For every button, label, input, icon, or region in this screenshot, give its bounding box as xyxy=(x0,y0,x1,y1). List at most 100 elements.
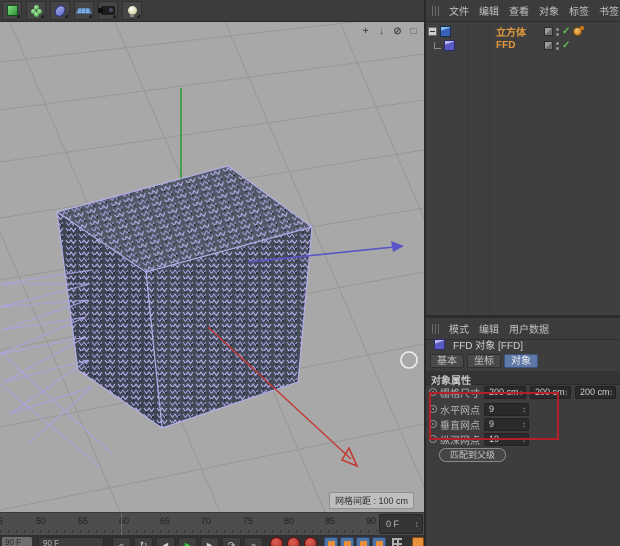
key-scale-button[interactable] xyxy=(340,537,354,546)
light-tool-icon[interactable] xyxy=(122,1,142,20)
timeline-ruler[interactable]: 45 50 55 60 65 70 75 80 85 90 0 F ↕ xyxy=(0,512,424,535)
depth-points-field[interactable]: 19 ↕ xyxy=(484,432,529,446)
tab-basic[interactable]: 基本 xyxy=(430,354,464,368)
om-menu-tags[interactable]: 标签 xyxy=(569,3,589,18)
object-name[interactable]: FFD xyxy=(496,40,515,51)
grid-size-z-field[interactable]: 200 cm ↕ xyxy=(574,385,617,399)
object-name[interactable]: 立方体 xyxy=(496,24,526,39)
attribute-title-row: FFD 对象 [FFD] xyxy=(426,337,620,352)
viewport-scene xyxy=(0,22,424,512)
array-tool-icon[interactable] xyxy=(26,1,46,20)
property-label: 垂直网点 xyxy=(440,420,480,432)
om-menu-view[interactable]: 查看 xyxy=(509,3,529,18)
frame-tick-dots xyxy=(0,530,378,532)
visibility-dots[interactable] xyxy=(556,27,559,36)
visibility-dots[interactable] xyxy=(556,41,559,50)
camera-tool-icon[interactable] xyxy=(98,1,118,20)
property-label: 水平网点 xyxy=(440,405,480,417)
current-frame-value: 0 F xyxy=(386,519,400,529)
property-label: 栅格尺寸 xyxy=(440,388,480,400)
panel-grip-icon[interactable] xyxy=(432,323,439,334)
autokey-button[interactable] xyxy=(412,537,424,546)
horizontal-points-row: 水平网点 9 ↕ xyxy=(426,402,620,417)
tick-45: 45 xyxy=(0,516,3,526)
vertical-points-row: 垂直网点 9 ↕ xyxy=(426,417,620,432)
om-menu-bookmarks[interactable]: 书签 xyxy=(599,3,619,18)
tick-65: 65 xyxy=(160,516,171,526)
bend-deformer-tool-icon[interactable] xyxy=(50,1,70,20)
dolly-view-icon[interactable]: ↓ xyxy=(375,26,388,38)
viewport-nav-controls: + ↓ ⊘ □ xyxy=(359,26,420,38)
key-position-button[interactable] xyxy=(324,537,338,546)
range-start-field[interactable]: 90 F xyxy=(2,537,32,546)
record-button-1[interactable] xyxy=(270,537,283,546)
range-end-field[interactable]: 90 F xyxy=(38,537,104,546)
vertical-points-field[interactable]: 9 ↕ xyxy=(484,417,529,431)
perspective-viewport[interactable]: + ↓ ⊘ □ 网格间距 : 100 cm xyxy=(0,22,424,512)
grid-size-x-field[interactable]: 200 cm ↕ xyxy=(484,385,526,399)
am-menu-mode[interactable]: 模式 xyxy=(449,321,469,336)
prev-frame-button[interactable]: ◄ xyxy=(156,537,175,546)
cube-primitive-tool-icon[interactable] xyxy=(2,1,22,20)
play-button[interactable]: ► xyxy=(178,537,197,546)
tick-70: 70 xyxy=(201,516,212,526)
am-menu-userdata[interactable]: 用户数据 xyxy=(509,321,549,336)
object-manager-menubar: 文件 编辑 查看 对象 标签 书签 xyxy=(426,0,620,22)
ffd-object-icon[interactable] xyxy=(444,40,455,51)
frame-stepper-icon[interactable]: ↕ xyxy=(415,515,420,533)
key-rotation-button[interactable] xyxy=(356,537,370,546)
tick-75: 75 xyxy=(243,516,254,526)
goto-start-button[interactable]: « xyxy=(112,537,131,546)
panel-grip-icon[interactable] xyxy=(432,5,439,16)
match-to-parent-button[interactable]: 匹配到父级 xyxy=(439,448,507,462)
tick-90: 90 xyxy=(366,516,377,526)
expand-toggle-icon[interactable] xyxy=(428,27,437,36)
keyframe-circle-icon[interactable] xyxy=(429,420,437,428)
right-panel: 文件 编辑 查看 对象 标签 书签 立方体 ✓ FFD ✓ 模式 编辑 用户数据… xyxy=(424,0,620,546)
phong-tag-icon[interactable] xyxy=(573,26,585,36)
object-row-cube[interactable]: 立方体 ✓ xyxy=(426,24,620,39)
grid-size-y-field[interactable]: 200 cm ↕ xyxy=(529,385,571,399)
pan-view-icon[interactable]: + xyxy=(359,26,372,38)
layer-chip[interactable] xyxy=(544,27,553,36)
keyframe-circle-icon[interactable] xyxy=(429,435,437,443)
next-frame-button[interactable]: ► xyxy=(200,537,219,546)
grid-spacing-label: 网格间距 : 100 cm xyxy=(328,492,414,509)
ffd-cube xyxy=(56,165,314,430)
goto-end-button[interactable]: » xyxy=(244,537,263,546)
rotate-view-icon[interactable]: ⊘ xyxy=(391,26,404,38)
next-key-button[interactable]: ↷ xyxy=(222,537,241,546)
keyframe-circle-icon[interactable] xyxy=(429,405,437,413)
tab-coordinates[interactable]: 坐标 xyxy=(467,354,501,368)
tick-85: 85 xyxy=(325,516,336,526)
keyframe-circle-icon[interactable] xyxy=(429,388,437,396)
record-button-2[interactable] xyxy=(287,537,300,546)
loop-button[interactable]: ↻ xyxy=(134,537,153,546)
tab-object[interactable]: 对象 xyxy=(504,354,538,368)
om-menu-file[interactable]: 文件 xyxy=(449,3,469,18)
enabled-check-icon[interactable]: ✓ xyxy=(562,40,570,51)
object-row-ffd[interactable]: FFD ✓ xyxy=(426,39,620,52)
enabled-check-icon[interactable]: ✓ xyxy=(562,26,570,37)
current-frame-field[interactable]: 0 F ↕ xyxy=(379,514,423,534)
keyframe-selection-icon[interactable] xyxy=(392,538,402,546)
attribute-tabs: 基本 坐标 对象 xyxy=(430,354,538,368)
tree-elbow xyxy=(434,42,441,49)
record-button-3[interactable] xyxy=(304,537,317,546)
om-menu-edit[interactable]: 编辑 xyxy=(479,3,499,18)
om-menu-object[interactable]: 对象 xyxy=(539,3,559,18)
depth-points-row: 纵深网点 19 ↕ xyxy=(426,432,620,447)
cube-object-icon[interactable] xyxy=(440,26,451,37)
layer-chip[interactable] xyxy=(544,41,553,50)
tick-55: 55 xyxy=(78,516,89,526)
toggle-view-icon[interactable]: □ xyxy=(407,26,420,38)
object-manager[interactable]: 立方体 ✓ FFD ✓ xyxy=(426,22,620,315)
floor-tool-icon[interactable] xyxy=(74,1,94,20)
grid-size-row: 栅格尺寸 200 cm ↕ 200 cm ↕ 200 cm ↕ xyxy=(426,385,620,400)
object-properties-section: 对象属性 xyxy=(426,371,620,387)
am-menu-edit[interactable]: 编辑 xyxy=(479,321,499,336)
horizontal-points-field[interactable]: 9 ↕ xyxy=(484,402,529,416)
key-parameter-button[interactable] xyxy=(372,537,386,546)
animation-transport-bar: 90 F 90 F « ↻ ◄ ► ► ↷ » xyxy=(0,535,424,546)
ffd-object-icon xyxy=(434,339,445,350)
